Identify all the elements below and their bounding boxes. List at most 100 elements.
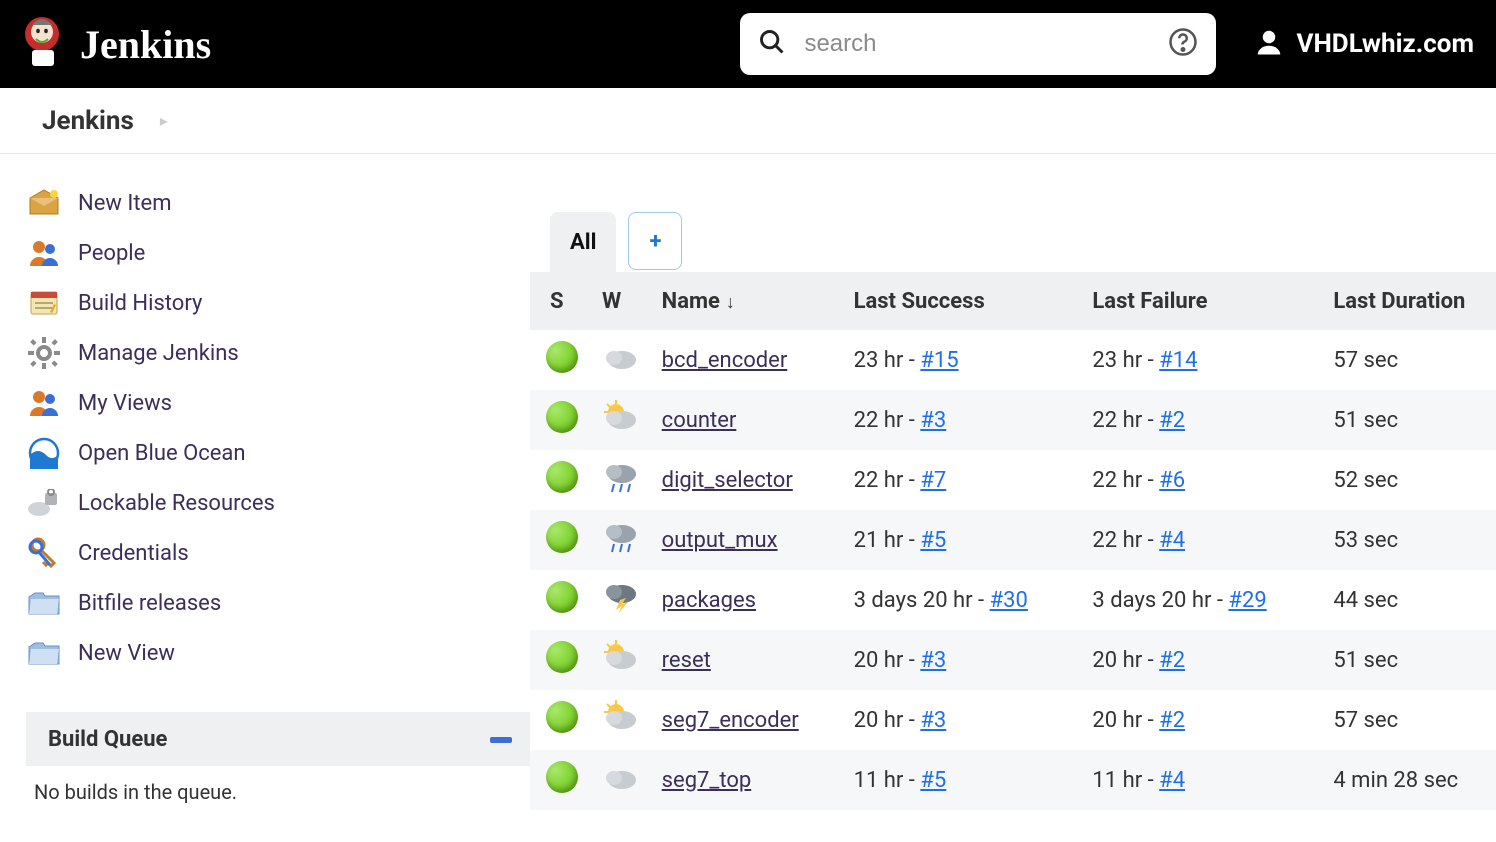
sidebar-item-new-item[interactable]: New Item	[26, 178, 530, 228]
weather-cell	[594, 450, 654, 510]
table-row: digit_selector22 hr - #722 hr - #652 sec	[530, 450, 1496, 510]
job-link[interactable]: bcd_encoder	[662, 348, 788, 373]
name-cell: bcd_encoder	[654, 330, 846, 390]
build-link[interactable]: #3	[920, 408, 946, 433]
sidebar-item-label: Credentials	[78, 541, 189, 566]
sidebar-item-people[interactable]: People	[26, 228, 530, 278]
status-cell	[530, 750, 594, 810]
col-name[interactable]: Name↓	[654, 272, 846, 330]
collapse-icon[interactable]	[490, 729, 512, 750]
status-ball-icon	[546, 521, 578, 553]
col-last-duration[interactable]: Last Duration	[1325, 272, 1496, 330]
weather-cell	[594, 690, 654, 750]
tab-add[interactable]: +	[628, 212, 682, 270]
search-input[interactable]	[740, 13, 1216, 75]
duration-cell: 57 sec	[1325, 690, 1496, 750]
last-failure-cell: 3 days 20 hr - #29	[1084, 570, 1325, 630]
build-queue: Build Queue No builds in the queue.	[26, 712, 530, 818]
job-link[interactable]: packages	[662, 588, 756, 613]
job-link[interactable]: reset	[662, 648, 711, 673]
duration-cell: 52 sec	[1325, 450, 1496, 510]
col-status[interactable]: S	[530, 272, 594, 330]
build-link[interactable]: #2	[1159, 708, 1185, 733]
sidebar-item-build-history[interactable]: Build History	[26, 278, 530, 328]
job-link[interactable]: counter	[662, 408, 737, 433]
build-link[interactable]: #7	[920, 468, 946, 493]
weather-cloudy-icon	[602, 340, 642, 374]
name-cell: counter	[654, 390, 846, 450]
duration-cell: 53 sec	[1325, 510, 1496, 570]
last-success-cell: 22 hr - #7	[846, 450, 1085, 510]
user-icon	[1254, 27, 1284, 61]
help-icon[interactable]	[1168, 27, 1198, 61]
status-ball-icon	[546, 461, 578, 493]
lock-icon	[26, 485, 62, 521]
table-row: packages3 days 20 hr - #303 days 20 hr -…	[530, 570, 1496, 630]
sidebar-item-credentials[interactable]: Credentials	[26, 528, 530, 578]
user-menu[interactable]: VHDLwhiz.com	[1254, 27, 1474, 61]
breadcrumb-root[interactable]: Jenkins	[42, 106, 134, 136]
build-link[interactable]: #2	[1159, 408, 1185, 433]
job-link[interactable]: seg7_top	[662, 768, 752, 793]
sidebar-item-label: My Views	[78, 391, 172, 416]
sidebar-item-my-views[interactable]: My Views	[26, 378, 530, 428]
last-failure-cell: 20 hr - #2	[1084, 630, 1325, 690]
job-link[interactable]: output_mux	[662, 528, 778, 553]
duration-cell: 4 min 28 sec	[1325, 750, 1496, 810]
last-failure-cell: 11 hr - #4	[1084, 750, 1325, 810]
people-icon	[26, 235, 62, 271]
build-link[interactable]: #14	[1159, 348, 1197, 373]
last-failure-cell: 22 hr - #4	[1084, 510, 1325, 570]
build-link[interactable]: #29	[1228, 588, 1266, 613]
sidebar-item-label: Build History	[78, 291, 202, 316]
sidebar-item-bitfile-releases[interactable]: Bitfile releases	[26, 578, 530, 628]
col-last-success[interactable]: Last Success	[846, 272, 1085, 330]
tab-all[interactable]: All	[550, 212, 616, 272]
keys-icon	[26, 535, 62, 571]
sidebar-item-manage-jenkins[interactable]: Manage Jenkins	[26, 328, 530, 378]
last-success-cell: 22 hr - #3	[846, 390, 1085, 450]
status-ball-icon	[546, 761, 578, 793]
build-link[interactable]: #3	[920, 708, 946, 733]
build-link[interactable]: #5	[920, 528, 946, 553]
build-queue-header: Build Queue	[26, 712, 530, 766]
build-link[interactable]: #6	[1159, 468, 1185, 493]
build-link[interactable]: #2	[1159, 648, 1185, 673]
sort-down-icon: ↓	[726, 292, 735, 313]
weather-cell	[594, 750, 654, 810]
col-weather[interactable]: W	[594, 272, 654, 330]
view-tabs: All +	[550, 212, 1496, 272]
build-link[interactable]: #30	[990, 588, 1028, 613]
weather-rain-icon	[602, 520, 642, 554]
duration-cell: 57 sec	[1325, 330, 1496, 390]
table-row: seg7_encoder20 hr - #320 hr - #257 sec	[530, 690, 1496, 750]
name-cell: packages	[654, 570, 846, 630]
logo-block[interactable]: Jenkins	[22, 16, 211, 72]
weather-sunclouds-icon	[602, 700, 642, 734]
jenkins-logo-icon	[22, 16, 66, 72]
sidebar-item-new-view[interactable]: New View	[26, 628, 530, 678]
last-success-cell: 20 hr - #3	[846, 630, 1085, 690]
col-last-failure[interactable]: Last Failure	[1084, 272, 1325, 330]
sidebar-item-label: People	[78, 241, 145, 266]
folder-icon	[26, 585, 62, 621]
sidebar-item-open-blue-ocean[interactable]: Open Blue Ocean	[26, 428, 530, 478]
sidebar-item-lockable-resources[interactable]: Lockable Resources	[26, 478, 530, 528]
status-ball-icon	[546, 641, 578, 673]
sidebar-item-label: Lockable Resources	[78, 491, 275, 516]
build-link[interactable]: #4	[1159, 528, 1185, 553]
last-success-cell: 21 hr - #5	[846, 510, 1085, 570]
weather-sunclouds-icon	[602, 400, 642, 434]
job-link[interactable]: seg7_encoder	[662, 708, 799, 733]
name-cell: output_mux	[654, 510, 846, 570]
table-row: seg7_top11 hr - #511 hr - #44 min 28 sec	[530, 750, 1496, 810]
build-link[interactable]: #15	[920, 348, 958, 373]
breadcrumb: Jenkins ▸	[0, 88, 1496, 154]
build-link[interactable]: #3	[920, 648, 946, 673]
build-link[interactable]: #5	[920, 768, 946, 793]
sidebar: New Item People Build History Manage Jenkin…	[0, 154, 530, 818]
job-link[interactable]: digit_selector	[662, 468, 793, 493]
status-cell	[530, 690, 594, 750]
build-link[interactable]: #4	[1159, 768, 1185, 793]
status-ball-icon	[546, 401, 578, 433]
